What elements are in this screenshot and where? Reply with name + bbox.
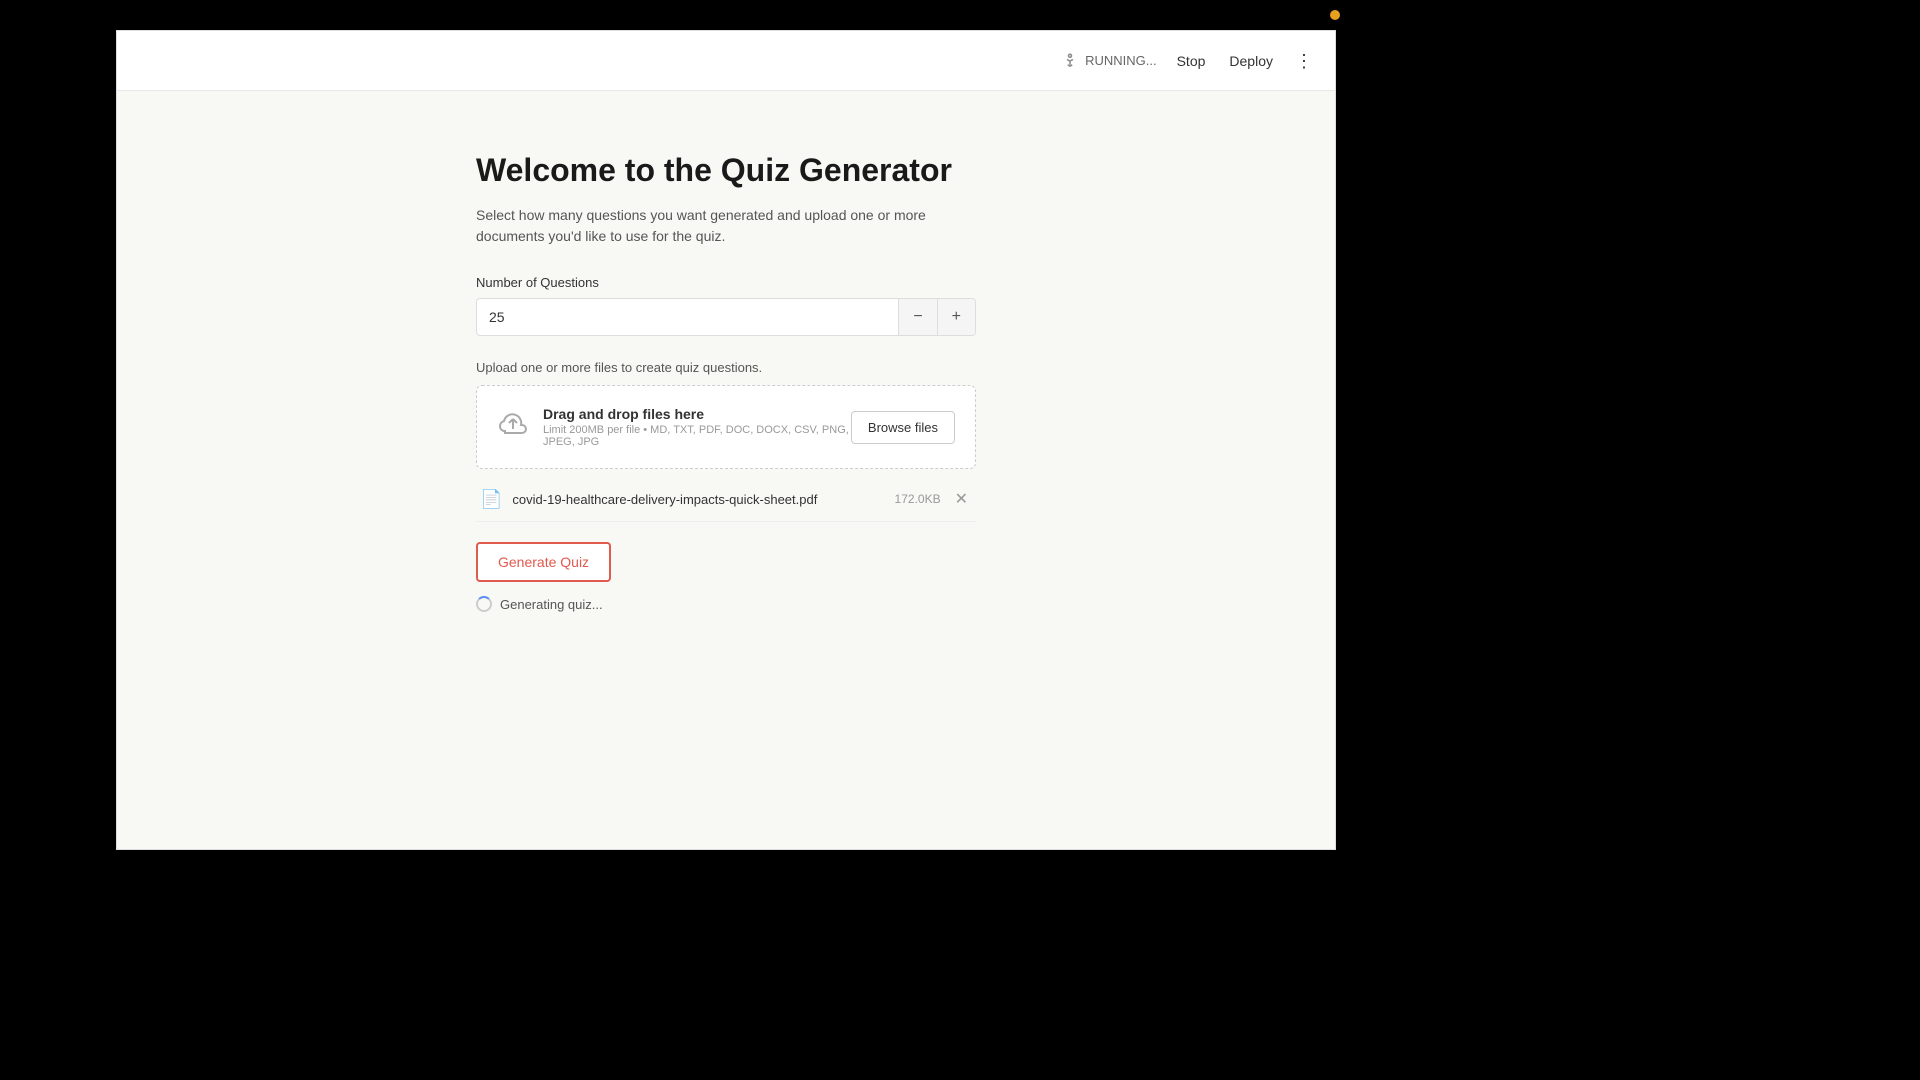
drop-zone-heading: Drag and drop files here	[543, 406, 851, 422]
file-item: 📄 covid-19-healthcare-delivery-impacts-q…	[476, 477, 976, 522]
upload-icon	[497, 409, 529, 446]
generate-quiz-button[interactable]: Generate Quiz	[476, 542, 611, 582]
loading-spinner	[476, 596, 492, 612]
page-subtitle: Select how many questions you want gener…	[476, 205, 976, 247]
generating-status: Generating quiz...	[476, 596, 976, 612]
drop-zone-text: Drag and drop files here Limit 200MB per…	[543, 406, 851, 448]
page-title: Welcome to the Quiz Generator	[476, 151, 976, 189]
orange-indicator	[1330, 10, 1340, 20]
number-of-questions-label: Number of Questions	[476, 275, 976, 290]
file-size: 172.0KB	[895, 492, 941, 506]
file-remove-button[interactable]: ✕	[951, 487, 972, 511]
main-content: Welcome to the Quiz Generator Select how…	[476, 151, 976, 612]
stop-button[interactable]: Stop	[1169, 49, 1214, 73]
number-of-questions-wrapper: − +	[476, 298, 976, 336]
file-name: covid-19-healthcare-delivery-impacts-qui…	[512, 492, 878, 507]
more-options-button[interactable]: ⋮	[1289, 48, 1319, 74]
drop-zone-left: Drag and drop files here Limit 200MB per…	[497, 406, 851, 448]
file-icon: 📄	[480, 489, 502, 510]
browser-window: RUNNING... Stop Deploy ⋮ Welcome to the …	[116, 30, 1336, 850]
running-label: RUNNING...	[1085, 53, 1157, 68]
drop-zone[interactable]: Drag and drop files here Limit 200MB per…	[476, 385, 976, 469]
browse-files-button[interactable]: Browse files	[851, 411, 955, 444]
drop-zone-subtext: Limit 200MB per file • MD, TXT, PDF, DOC…	[543, 424, 851, 448]
running-indicator: RUNNING...	[1061, 52, 1157, 70]
top-bar: RUNNING... Stop Deploy ⋮	[117, 31, 1335, 91]
upload-label: Upload one or more files to create quiz …	[476, 360, 976, 375]
number-of-questions-input[interactable]	[477, 299, 898, 335]
stepper-buttons: − +	[898, 299, 975, 335]
deploy-button[interactable]: Deploy	[1221, 49, 1281, 73]
increment-button[interactable]: +	[938, 299, 975, 335]
content-area: Welcome to the Quiz Generator Select how…	[117, 91, 1335, 849]
running-icon	[1061, 52, 1079, 70]
decrement-button[interactable]: −	[899, 299, 937, 335]
generating-label: Generating quiz...	[500, 597, 603, 612]
